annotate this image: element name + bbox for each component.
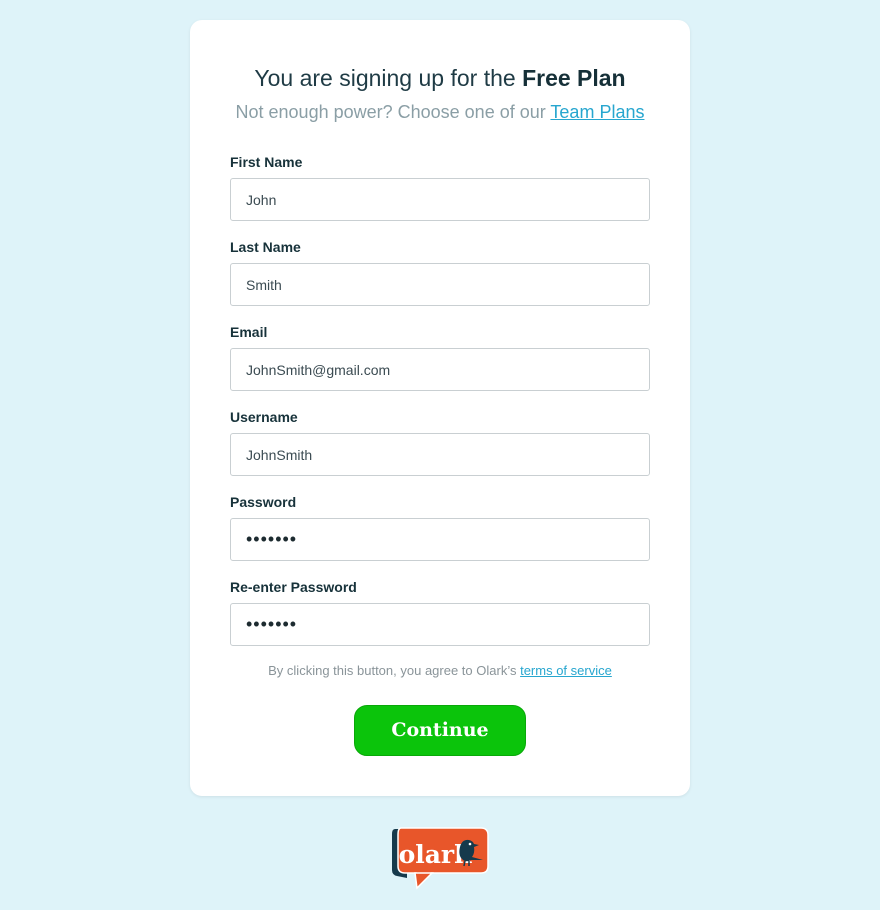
terms-text: By clicking this button, you agree to Ol… bbox=[268, 663, 521, 678]
reenter-password-label: Re-enter Password bbox=[230, 579, 357, 595]
subheading: Not enough power? Choose one of our Team… bbox=[190, 101, 690, 123]
email-label: Email bbox=[230, 324, 268, 340]
subheading-text: Not enough power? Choose one of our bbox=[235, 102, 551, 122]
first-name-group: First Name bbox=[230, 153, 650, 221]
password-input[interactable] bbox=[230, 518, 650, 561]
email-group: Email bbox=[230, 323, 650, 391]
last-name-group: Last Name bbox=[230, 238, 650, 306]
password-label: Password bbox=[230, 494, 297, 510]
page-title: You are signing up for the Free Plan bbox=[190, 64, 690, 92]
last-name-label: Last Name bbox=[230, 239, 301, 255]
continue-button[interactable]: Continue bbox=[354, 705, 526, 756]
first-name-input[interactable] bbox=[230, 178, 650, 221]
terms-notice: By clicking this button, you agree to Ol… bbox=[190, 662, 690, 680]
username-group: Username bbox=[230, 408, 650, 476]
team-plans-link[interactable]: Team Plans bbox=[550, 102, 644, 122]
first-name-label: First Name bbox=[230, 154, 303, 170]
heading-prefix: You are signing up for the bbox=[254, 65, 523, 91]
username-input[interactable] bbox=[230, 433, 650, 476]
reenter-password-input[interactable] bbox=[230, 603, 650, 646]
username-label: Username bbox=[230, 409, 298, 425]
email-input[interactable] bbox=[230, 348, 650, 391]
password-group: Password bbox=[230, 493, 650, 561]
signup-card: You are signing up for the Free Plan Not… bbox=[190, 20, 690, 796]
last-name-input[interactable] bbox=[230, 263, 650, 306]
olark-logo-graphic: olark bbox=[392, 827, 489, 890]
plan-name: Free Plan bbox=[522, 65, 626, 91]
olark-logo[interactable]: olark bbox=[389, 826, 491, 890]
reenter-password-group: Re-enter Password bbox=[230, 578, 650, 646]
terms-of-service-link[interactable]: terms of service bbox=[520, 663, 612, 678]
